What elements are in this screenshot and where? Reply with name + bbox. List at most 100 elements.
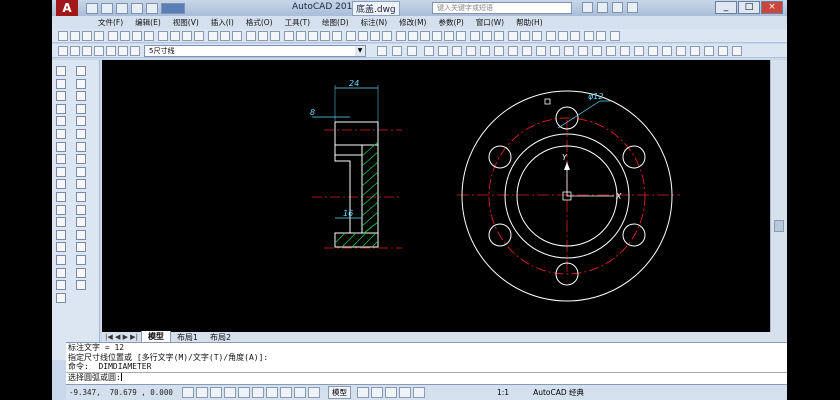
toolbar-icon[interactable] (456, 31, 466, 41)
toolbar-icon[interactable] (284, 31, 294, 41)
draw-tool-icon[interactable] (56, 280, 66, 291)
toolbar-icon[interactable] (220, 31, 230, 41)
drawing-canvas[interactable]: 24 8 16 φ12 Y X (102, 60, 770, 332)
binoculars-icon[interactable] (582, 2, 593, 13)
draw-tool-icon[interactable] (56, 166, 66, 177)
dimension-tool-icon[interactable] (662, 46, 672, 56)
toolbar-icon[interactable] (508, 31, 518, 41)
dimension-tool-icon[interactable] (564, 46, 574, 56)
draw-tool-icon[interactable] (56, 192, 66, 202)
dimension-tool-icon[interactable] (634, 46, 644, 56)
scroll-thumb[interactable] (774, 220, 784, 232)
navigation-tool-icon[interactable] (385, 387, 397, 398)
toolbar-icon[interactable] (94, 31, 104, 41)
vertical-scrollbar[interactable] (770, 60, 787, 332)
menu-item[interactable]: 修改(M) (393, 16, 432, 29)
draw-tool-icon[interactable] (56, 217, 66, 228)
toolbar-icon[interactable] (108, 31, 118, 41)
toolbar-icon[interactable] (584, 31, 594, 41)
dimension-tool-icon[interactable] (718, 46, 728, 56)
toolbar-icon[interactable] (432, 31, 442, 41)
drafting-setting-toggle[interactable] (182, 387, 194, 398)
dimension-tool-icon[interactable] (424, 46, 434, 56)
draw-tool-icon[interactable] (56, 129, 66, 139)
navigation-tool-icon[interactable] (357, 387, 369, 398)
toolbar-icon[interactable] (370, 31, 380, 41)
toolbar-icon[interactable] (396, 31, 406, 41)
toolbar-icon[interactable] (194, 31, 204, 41)
modify-tool-icon[interactable] (76, 78, 86, 89)
dimension-tool-icon[interactable] (704, 46, 714, 56)
dimension-tool-icon[interactable] (466, 46, 476, 56)
modify-tool-icon[interactable] (76, 204, 86, 215)
modify-tool-icon[interactable] (76, 91, 86, 102)
dimension-tool-icon[interactable] (508, 46, 518, 56)
toolbar-icon[interactable] (444, 31, 454, 41)
drafting-setting-toggle[interactable] (252, 387, 264, 398)
toolbar-icon[interactable] (320, 31, 330, 41)
model-space-button[interactable]: 模型 (328, 386, 351, 399)
dimension-tool-icon[interactable] (620, 46, 630, 56)
toolbar-icon[interactable] (596, 31, 606, 41)
workspace-switch[interactable]: AutoCAD 经典 (533, 387, 584, 398)
modify-tool-icon[interactable] (76, 103, 86, 114)
dimension-tool-icon[interactable] (494, 46, 504, 56)
modify-tool-icon[interactable] (76, 192, 86, 202)
draw-tool-icon[interactable] (56, 78, 66, 89)
menu-item[interactable]: 帮助(H) (510, 16, 549, 29)
modify-tool-icon[interactable] (76, 242, 86, 253)
modify-tool-icon[interactable] (76, 116, 86, 127)
draw-tool-icon[interactable] (56, 103, 66, 114)
toolbar-icon[interactable] (308, 31, 318, 41)
menu-item[interactable]: 视图(V) (167, 16, 205, 29)
toolbar-icon[interactable] (332, 31, 342, 41)
toolbar-icon[interactable] (408, 31, 418, 41)
draw-tool-icon[interactable] (56, 255, 66, 265)
layer-tool-icon[interactable] (70, 46, 80, 56)
drafting-setting-toggle[interactable] (266, 387, 278, 398)
maximize-button[interactable]: □ (738, 1, 760, 14)
layer-tool-icon[interactable] (106, 46, 116, 56)
layer-tool-icon[interactable] (82, 46, 92, 56)
toolbar-icon[interactable] (482, 31, 492, 41)
toolbar-icon[interactable] (382, 31, 392, 41)
toolbar-icon[interactable] (358, 31, 368, 41)
layer-tool-icon[interactable] (94, 46, 104, 56)
dimension-tool-icon[interactable] (407, 46, 417, 56)
draw-tool-icon[interactable] (56, 292, 66, 303)
draw-tool-icon[interactable] (56, 116, 66, 127)
toolbar-icon[interactable] (144, 31, 154, 41)
modify-tool-icon[interactable] (76, 267, 86, 278)
menu-item[interactable]: 文件(F) (92, 16, 129, 29)
menu-item[interactable]: 绘图(D) (316, 16, 355, 29)
modify-tool-icon[interactable] (76, 280, 86, 291)
drafting-setting-toggle[interactable] (210, 387, 222, 398)
application-menu-button[interactable]: A (56, 0, 78, 16)
tab-layout1[interactable]: 布局1 (171, 332, 204, 343)
toolbar-icon[interactable] (520, 31, 530, 41)
dimension-tool-icon[interactable] (377, 46, 387, 56)
toolbar-icon[interactable] (270, 31, 280, 41)
toolbar-icon[interactable] (120, 31, 130, 41)
dimension-tool-icon[interactable] (606, 46, 616, 56)
draw-tool-icon[interactable] (56, 229, 66, 240)
dimension-tool-icon[interactable] (592, 46, 602, 56)
layer-dropdown[interactable]: 5尺寸线 ▼ (144, 45, 366, 57)
dimension-tool-icon[interactable] (536, 46, 546, 56)
drafting-setting-toggle[interactable] (196, 387, 208, 398)
drafting-setting-toggle[interactable] (238, 387, 250, 398)
modify-tool-icon[interactable] (76, 66, 86, 76)
new-icon[interactable] (86, 2, 98, 14)
save-icon[interactable] (116, 2, 128, 14)
navigation-tool-icon[interactable] (413, 387, 425, 398)
drafting-setting-toggle[interactable] (224, 387, 236, 398)
dimension-tool-icon[interactable] (392, 46, 402, 56)
dimension-tool-icon[interactable] (522, 46, 532, 56)
tab-layout2[interactable]: 布局2 (204, 332, 237, 343)
toolbar-icon[interactable] (420, 31, 430, 41)
toolbar-icon[interactable] (158, 31, 168, 41)
open-icon[interactable] (101, 2, 113, 14)
menu-item[interactable]: 插入(I) (205, 16, 240, 29)
close-button[interactable]: × (761, 1, 783, 14)
toolbar-icon[interactable] (346, 31, 356, 41)
